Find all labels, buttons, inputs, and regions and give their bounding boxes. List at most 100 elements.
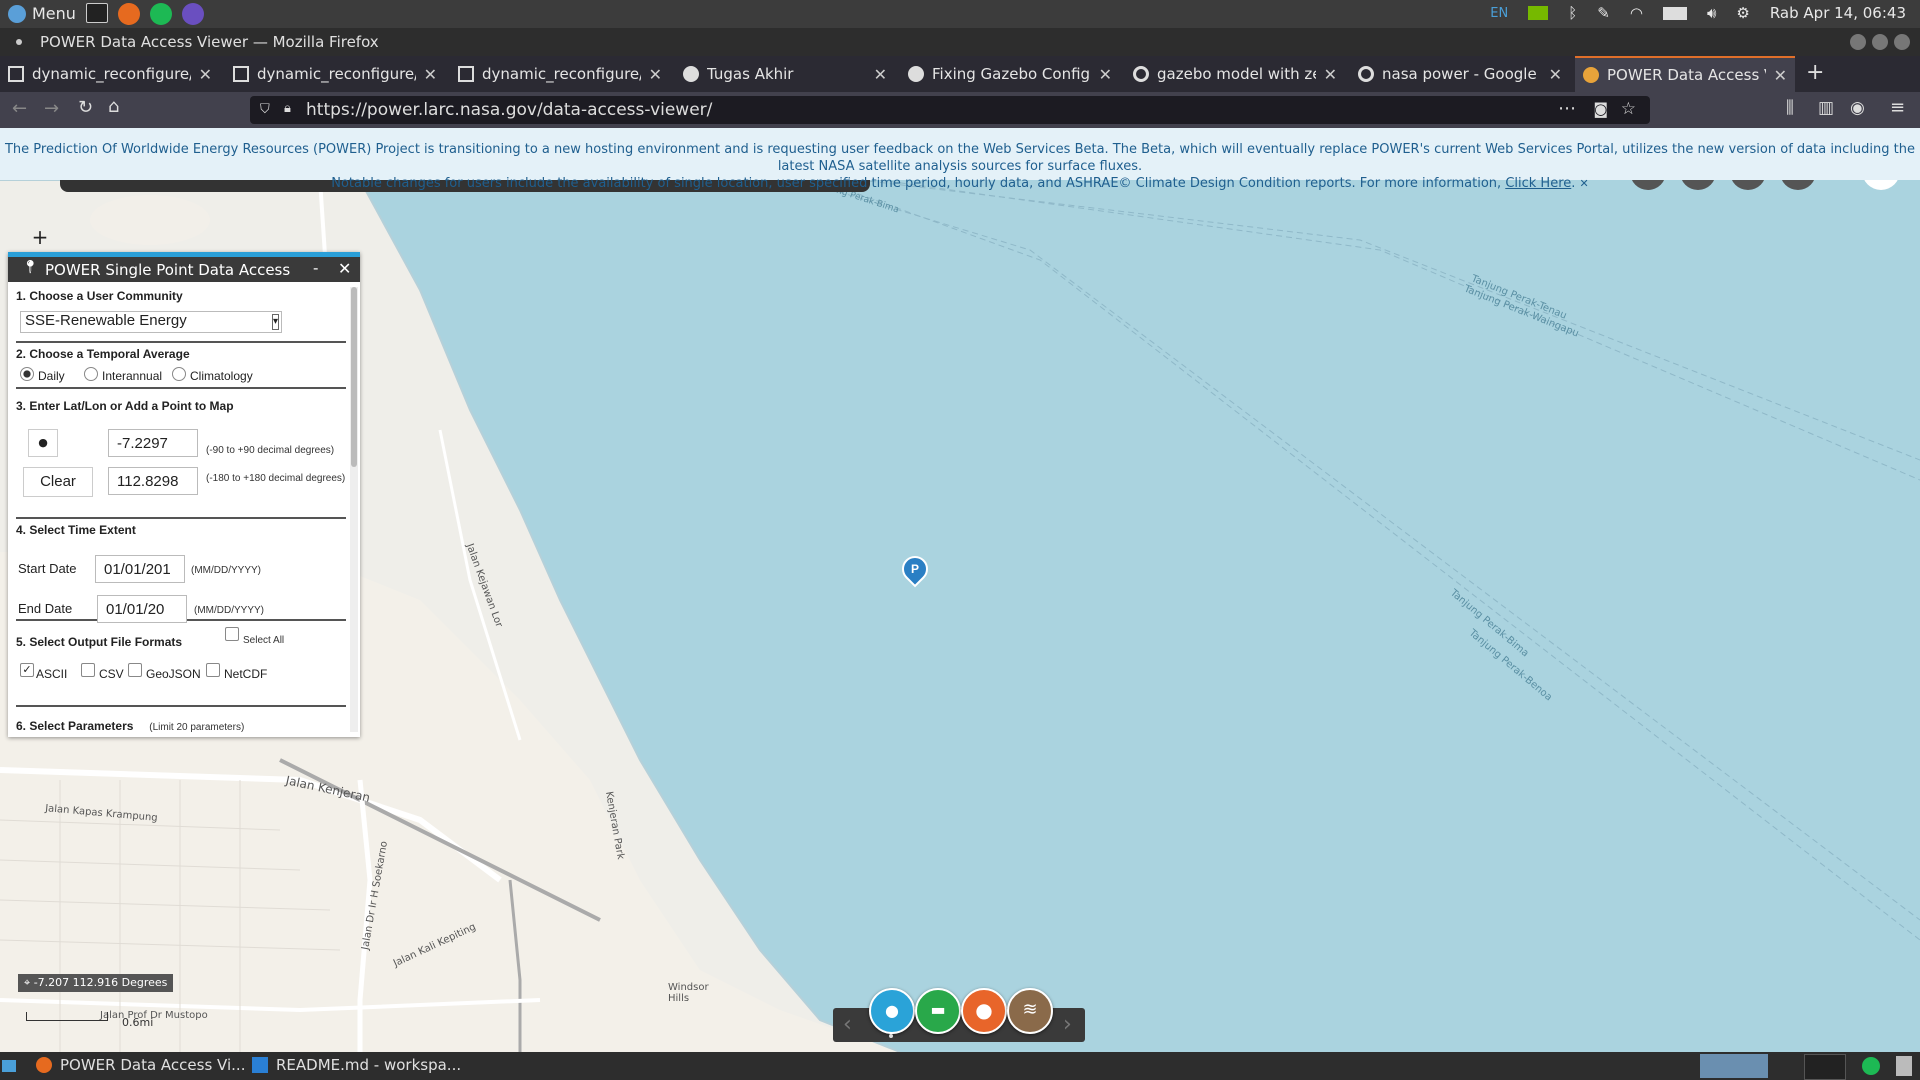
spotify-icon[interactable] xyxy=(1862,1057,1880,1075)
clip-icon[interactable]: ✎ xyxy=(1597,4,1610,22)
back-icon[interactable]: ← xyxy=(12,98,27,119)
url-text[interactable]: https://power.larc.nasa.gov/data-access-… xyxy=(306,100,712,120)
close-tab-icon[interactable]: ✕ xyxy=(874,65,887,84)
close-tab-icon[interactable]: ✕ xyxy=(424,65,437,84)
csv-checkbox[interactable] xyxy=(81,663,95,677)
panel-minimize-button[interactable]: - xyxy=(313,259,318,277)
close-tab-icon[interactable]: ✕ xyxy=(1549,65,1562,84)
hamburger-menu-icon[interactable]: ≡ xyxy=(1890,97,1905,118)
bookmark-star-icon[interactable]: ☆ xyxy=(1621,99,1636,119)
add-point-button[interactable]: ● xyxy=(28,429,58,457)
browser-tab[interactable]: Fixing Gazebo Configur ✕ xyxy=(900,56,1120,92)
workspace-switcher[interactable] xyxy=(1700,1054,1768,1078)
browser-tab[interactable]: Tugas Akhir ✕ xyxy=(675,56,895,92)
show-desktop-icon[interactable] xyxy=(2,1060,16,1072)
community-select[interactable]: SSE-Renewable Energy ▾ xyxy=(20,311,282,333)
firefox-icon xyxy=(36,1057,52,1073)
bluetooth-icon[interactable]: ᛒ xyxy=(1568,4,1577,22)
workspace-2[interactable] xyxy=(1804,1054,1846,1080)
radio-daily[interactable] xyxy=(20,367,34,381)
sidebar-icon[interactable]: ▥ xyxy=(1818,98,1834,118)
spotify-icon[interactable] xyxy=(150,3,172,25)
browser-tab[interactable]: dynamic_reconfigure/T ✕ xyxy=(450,56,670,92)
more-icon[interactable]: ⋯ xyxy=(1558,98,1576,119)
banner-close-icon[interactable]: ✕ xyxy=(1580,177,1589,190)
section-parameters: 6. Select Parameters (Limit 20 parameter… xyxy=(16,719,245,733)
section-temporal: 2. Choose a Temporal Average Daily Inter… xyxy=(16,347,346,389)
battery-icon[interactable] xyxy=(1662,6,1687,20)
url-bar[interactable]: ⛉ 🔒︎ https://power.larc.nasa.gov/data-ac… xyxy=(250,96,1650,124)
home-icon[interactable]: ⌂ xyxy=(108,96,119,117)
browser-tab-active[interactable]: POWER Data Access Vi ✕ xyxy=(1575,56,1795,92)
layers-icon: ≋ xyxy=(1022,999,1038,1020)
language-indicator[interactable]: EN xyxy=(1490,6,1508,21)
coords-readout: ⌖ -7.207 112.916 Degrees xyxy=(18,974,174,992)
menu-label[interactable]: Menu xyxy=(32,4,76,23)
layers-tool-button[interactable]: ≋ xyxy=(1007,988,1053,1034)
tab-bar: dynamic_reconfigure/T ✕ dynamic_reconfigu… xyxy=(0,56,1920,92)
library-icon[interactable]: ⫼ xyxy=(1786,98,1794,118)
trash-icon[interactable] xyxy=(1896,1056,1912,1076)
panel-close-button[interactable]: ✕ xyxy=(338,259,351,278)
forward-icon[interactable]: → xyxy=(44,98,59,119)
longitude-input[interactable]: 112.8298 xyxy=(108,467,198,495)
ascii-checkbox[interactable]: ✓ xyxy=(20,663,34,677)
region-tool-button[interactable]: ▬ xyxy=(915,988,961,1034)
terminal-icon[interactable] xyxy=(86,3,108,23)
zoom-in-button[interactable]: + xyxy=(30,226,50,248)
section-formats: 5. Select Output File Formats Select All… xyxy=(16,627,346,707)
panel-scrollbar[interactable] xyxy=(350,287,358,732)
select-all-checkbox[interactable] xyxy=(225,627,239,641)
firefox-icon[interactable] xyxy=(118,3,140,25)
clear-button[interactable]: Clear xyxy=(23,467,93,497)
wifi-icon[interactable]: ◠ xyxy=(1630,4,1643,22)
close-tab-icon[interactable]: ✕ xyxy=(199,65,212,84)
minimize-button[interactable] xyxy=(1850,34,1866,50)
clock[interactable]: Rab Apr 14, 06:43 xyxy=(1770,4,1906,22)
end-date-label: End Date xyxy=(18,601,73,616)
browser-tab[interactable]: dynamic_reconfigure/T ✕ xyxy=(225,56,445,92)
app-icon[interactable] xyxy=(182,3,204,25)
geojson-checkbox[interactable] xyxy=(128,663,142,677)
netcdf-checkbox[interactable] xyxy=(206,663,220,677)
toolbar-next-button[interactable]: › xyxy=(1063,1012,1072,1037)
single-point-tool-button[interactable]: ● xyxy=(869,988,915,1034)
close-tab-icon[interactable]: ✕ xyxy=(1099,65,1112,84)
start-date-input[interactable]: 01/01/201 xyxy=(95,555,185,583)
browser-tab[interactable]: gazebo model with zer ✕ xyxy=(1125,56,1345,92)
shield-icon[interactable]: ⛉ xyxy=(260,102,270,117)
pocket-icon[interactable]: ◙ xyxy=(1593,100,1608,118)
volume-icon[interactable]: 🔊︎ xyxy=(1707,4,1716,22)
section-title: 2. Choose a Temporal Average xyxy=(16,347,190,361)
close-tab-icon[interactable]: ✕ xyxy=(1324,65,1337,84)
scrollbar-thumb[interactable] xyxy=(351,287,357,467)
end-date-input[interactable]: 01/01/20 xyxy=(97,595,187,623)
scale-bar xyxy=(26,1012,108,1021)
radio-climatology[interactable] xyxy=(172,367,186,381)
pin-icon: 📍︎ xyxy=(22,260,39,275)
task-vscode[interactable]: README.md - workspa... xyxy=(252,1056,461,1074)
banner-line1: The Prediction Of Worldwide Energy Resou… xyxy=(4,142,1915,174)
browser-tab[interactable]: dynamic_reconfigure/T ✕ xyxy=(0,56,220,92)
menu-icon[interactable] xyxy=(8,4,26,23)
taskbar: POWER Data Access Vi... README.md - work… xyxy=(0,1052,1920,1080)
global-tool-button[interactable]: ● xyxy=(961,988,1007,1034)
lock-icon[interactable]: 🔒︎ xyxy=(284,101,291,116)
toolbar-prev-button[interactable]: ‹ xyxy=(843,1012,852,1037)
new-tab-button[interactable]: + xyxy=(1806,60,1824,85)
nvidia-icon[interactable] xyxy=(1528,6,1549,20)
browser-tab[interactable]: nasa power - Google Se✕ xyxy=(1350,56,1570,92)
maximize-button[interactable] xyxy=(1872,34,1888,50)
close-tab-icon[interactable]: ✕ xyxy=(1774,66,1787,85)
panel-header[interactable]: 📍︎ POWER Single Point Data Access - ✕ xyxy=(8,257,360,282)
close-tab-icon[interactable]: ✕ xyxy=(649,65,662,84)
task-firefox[interactable]: POWER Data Access Vi... xyxy=(36,1056,245,1074)
latitude-input[interactable]: -7.2297 xyxy=(108,429,198,457)
reload-icon[interactable]: ↻ xyxy=(78,97,93,118)
banner-link[interactable]: Click Here xyxy=(1505,176,1571,191)
radio-interannual[interactable] xyxy=(84,367,98,381)
account-icon[interactable]: ◉ xyxy=(1850,98,1865,118)
close-window-button[interactable] xyxy=(1894,34,1910,50)
window-dot-icon xyxy=(16,39,22,45)
settings-icon[interactable]: ⚙ xyxy=(1736,4,1749,22)
